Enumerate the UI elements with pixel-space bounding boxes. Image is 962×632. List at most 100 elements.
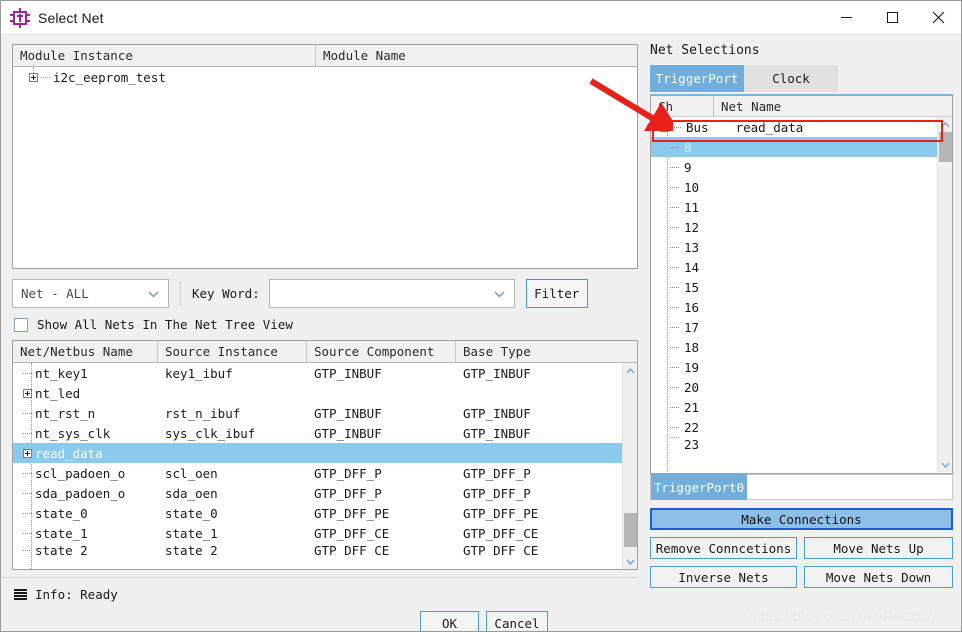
show-all-nets-row[interactable]: Show All Nets In The Net Tree View: [14, 317, 293, 332]
scroll-up-icon[interactable]: [623, 363, 637, 378]
tree-connector-icon: [23, 372, 32, 374]
tab-clock[interactable]: Clock: [744, 65, 838, 92]
column-header-net-name[interactable]: Net Name: [714, 96, 952, 116]
tree-connector-icon: [670, 146, 679, 148]
channel-label: 23: [684, 437, 700, 449]
filter-button[interactable]: Filter: [525, 279, 588, 308]
table-row[interactable]: nt_rst_n rst_n_ibuf GTP_INBUF GTP_INBUF: [13, 403, 637, 423]
scroll-down-icon[interactable]: [623, 554, 637, 569]
make-connections-button[interactable]: Make Connections: [650, 508, 953, 530]
source-instance-cell: key1_ibuf: [165, 365, 233, 381]
channel-label: 16: [684, 299, 700, 315]
bottom-bar: Info: Ready OK Cancel: [2, 577, 638, 631]
source-component-cell: GTP_INBUF: [314, 365, 382, 381]
column-header-source-instance[interactable]: Source Instance: [158, 341, 307, 362]
table-row[interactable]: nt_sys_clk sys_clk_ibuf GTP_INBUF GTP_INBUF: [13, 423, 637, 443]
expand-plus-icon[interactable]: [29, 72, 38, 82]
move-nets-up-button[interactable]: Move Nets Up: [804, 537, 953, 559]
tree-connector-icon: [41, 76, 50, 78]
list-item[interactable]: 16: [651, 297, 952, 317]
expand-plus-icon[interactable]: [660, 122, 669, 132]
expand-plus-icon[interactable]: [23, 388, 32, 398]
filter-bar: Net - ALL Key Word: Filter: [12, 279, 638, 308]
net-type-value: Net - ALL: [21, 286, 89, 301]
list-item[interactable]: 21: [651, 397, 952, 417]
net-name-cell: sda_padoen_o: [13, 486, 158, 501]
table-row[interactable]: nt_key1 key1_ibuf GTP_INBUF GTP_INBUF: [13, 363, 637, 383]
tree-item-label: i2c_eeprom_test: [53, 69, 166, 85]
net-scroll-thumb[interactable]: [624, 513, 637, 547]
list-item[interactable]: 15: [651, 277, 952, 297]
net-name-cell: state_2: [13, 543, 158, 557]
list-item[interactable]: 23: [651, 437, 952, 449]
close-button[interactable]: [915, 1, 961, 35]
module-instance-panel: Module Instance Module Name i2c_eeprom_t…: [12, 44, 638, 269]
list-item[interactable]: 17: [651, 317, 952, 337]
list-item[interactable]: 20: [651, 377, 952, 397]
base-type-cell: GTP_INBUF: [463, 425, 531, 441]
tree-connector-icon: [670, 266, 679, 268]
move-nets-down-button[interactable]: Move Nets Down: [804, 566, 953, 588]
table-row[interactable]: read_data: [13, 443, 637, 463]
channel-scroll-thumb[interactable]: [939, 132, 952, 162]
table-row[interactable]: state_0 state_0 GTP_DFF_PE GTP_DFF_PE: [13, 503, 637, 523]
table-row[interactable]: nt_led: [13, 383, 637, 403]
channel-label: 10: [684, 179, 700, 195]
scroll-down-icon[interactable]: [938, 457, 952, 472]
list-item[interactable]: 22: [651, 417, 952, 437]
tree-item-i2c-eeprom-test[interactable]: i2c_eeprom_test: [13, 67, 637, 87]
keyword-label: Key Word:: [192, 286, 260, 301]
window-title: Select Net: [38, 9, 104, 26]
channel-net-name: read_data: [735, 119, 804, 135]
list-item[interactable]: Bus read_data: [651, 117, 952, 137]
net-name-cell: read_data: [13, 446, 158, 461]
column-header-module-instance[interactable]: Module Instance: [13, 45, 316, 66]
cancel-button[interactable]: Cancel: [486, 611, 548, 631]
ok-button[interactable]: OK: [420, 611, 479, 631]
list-icon: [14, 589, 27, 600]
table-row[interactable]: scl_padoen_o scl_oen GTP_DFF_P GTP_DFF_P: [13, 463, 637, 483]
channel-label: Bus: [686, 119, 709, 135]
base-type-cell: GTP_DFF_CE: [463, 543, 539, 557]
column-header-net-name[interactable]: Net/Netbus Name: [13, 341, 158, 362]
source-component-cell: GTP_DFF_CE: [314, 543, 390, 557]
list-item[interactable]: 9: [651, 157, 952, 177]
keyword-input[interactable]: [268, 279, 515, 308]
table-row[interactable]: state_2 state_2 GTP_DFF_CE GTP_DFF_CE: [13, 543, 637, 557]
net-name-label: nt_sys_clk: [35, 425, 111, 441]
channel-label: 9: [684, 159, 692, 175]
list-item[interactable]: 10: [651, 177, 952, 197]
list-item[interactable]: 11: [651, 197, 952, 217]
expand-plus-icon[interactable]: [23, 448, 32, 458]
list-item[interactable]: 12: [651, 217, 952, 237]
net-type-select[interactable]: Net - ALL: [12, 279, 169, 308]
channel-list-scrollbar[interactable]: [937, 117, 952, 472]
column-header-base-type[interactable]: Base Type: [456, 341, 637, 362]
list-item[interactable]: 19: [651, 357, 952, 377]
inverse-nets-button[interactable]: Inverse Nets: [650, 566, 797, 588]
net-table-panel: Net/Netbus Name Source Instance Source C…: [12, 340, 638, 570]
list-item[interactable]: 13: [651, 237, 952, 257]
source-component-cell: GTP_DFF_P: [314, 465, 382, 481]
table-row[interactable]: sda_padoen_o sda_oen GTP_DFF_P GTP_DFF_P: [13, 483, 637, 503]
show-all-nets-checkbox[interactable]: [14, 317, 28, 332]
column-header-module-name[interactable]: Module Name: [316, 45, 637, 66]
list-item[interactable]: 18: [651, 337, 952, 357]
net-table-scrollbar[interactable]: [622, 363, 637, 569]
sort-descending-icon: [137, 347, 149, 356]
minimize-button[interactable]: [823, 1, 869, 35]
net-table-header: Net/Netbus Name Source Instance Source C…: [13, 341, 637, 363]
list-item[interactable]: 14: [651, 257, 952, 277]
channel-label: 21: [684, 399, 700, 415]
column-header-source-component[interactable]: Source Component: [307, 341, 456, 362]
scroll-up-icon[interactable]: [938, 117, 952, 132]
tab-triggerport[interactable]: TriggerPort: [650, 65, 744, 92]
tree-connector-icon: [670, 426, 679, 428]
remove-connections-button[interactable]: Remove Conncetions: [650, 537, 797, 559]
trigger-port-chip[interactable]: TriggerPort0: [651, 474, 747, 500]
column-header-ch[interactable]: Ch: [651, 96, 714, 116]
table-row[interactable]: state_1 state_1 GTP_DFF_CE GTP_DFF_CE: [13, 523, 637, 543]
net-name-label: sda_padoen_o: [35, 485, 126, 501]
list-item[interactable]: 8: [651, 137, 952, 157]
maximize-button[interactable]: [869, 1, 915, 35]
